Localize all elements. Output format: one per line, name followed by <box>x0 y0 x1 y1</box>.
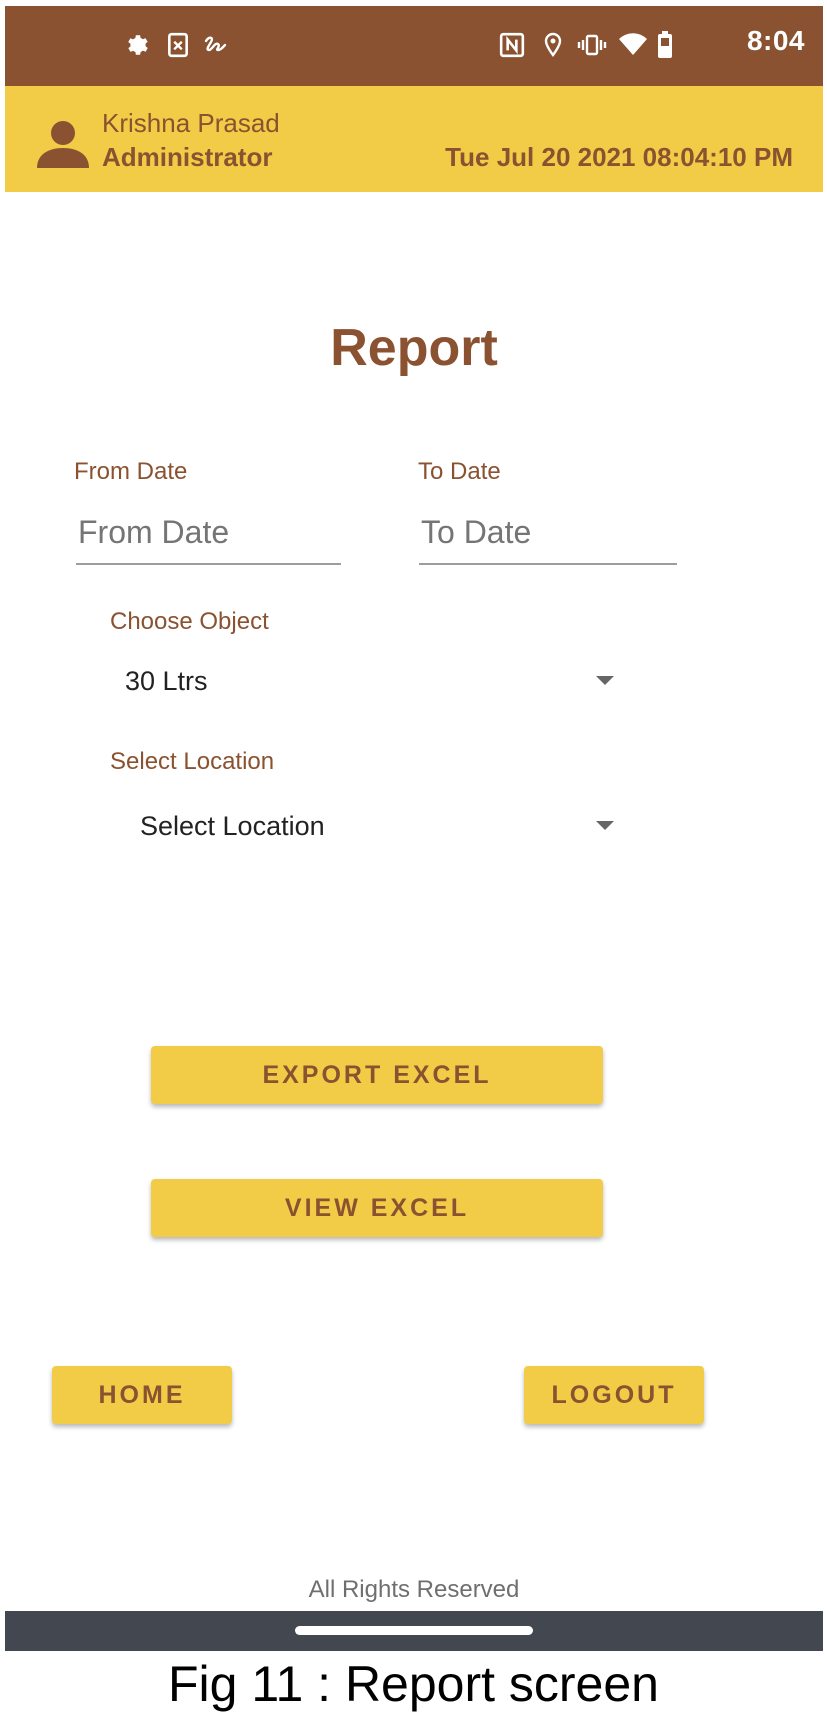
signature-icon <box>201 28 231 62</box>
from-date-input[interactable] <box>76 514 341 565</box>
status-time: 8:04 <box>746 25 805 56</box>
chevron-down-icon <box>596 676 614 685</box>
home-button[interactable]: HOME <box>52 1366 232 1424</box>
avatar-icon <box>35 118 91 168</box>
figure-caption: Fig 11 : Report screen <box>168 1656 659 1712</box>
select-location-label: Select Location <box>110 748 275 775</box>
to-date-input[interactable] <box>419 514 677 565</box>
settings-icon <box>123 28 153 62</box>
logout-button[interactable]: LOGOUT <box>524 1366 704 1424</box>
footer-text: All Rights Reserved <box>308 1576 520 1603</box>
nfc-icon <box>497 28 527 62</box>
system-nav-bar <box>5 1611 823 1651</box>
location-icon <box>538 28 568 62</box>
location-dropdown[interactable]: Select Location <box>110 801 630 857</box>
status-bar: 8:04 <box>5 6 823 86</box>
wifi-icon <box>618 28 648 62</box>
home-gesture-handle[interactable] <box>295 1626 533 1635</box>
vibrate-icon <box>577 28 607 62</box>
location-dropdown-value: Select Location <box>140 811 325 841</box>
object-dropdown-value: 30 Ltrs <box>125 666 208 696</box>
sim-card-icon <box>163 28 193 62</box>
view-excel-button[interactable]: VIEW EXCEL <box>151 1179 603 1237</box>
page-title: Report <box>330 319 498 377</box>
user-name: Krishna Prasad <box>102 108 280 138</box>
to-date-label: To Date <box>418 458 501 485</box>
choose-object-label: Choose Object <box>110 608 269 635</box>
chevron-down-icon <box>596 821 614 830</box>
app-header: Krishna Prasad Administrator Tue Jul 20 … <box>5 86 823 192</box>
object-dropdown[interactable]: 30 Ltrs <box>110 656 630 712</box>
from-date-label: From Date <box>74 458 188 485</box>
phone-screen: 8:04 Krishna Prasad Administrator Tue Ju… <box>5 6 823 1651</box>
user-role: Administrator <box>102 142 273 172</box>
battery-icon <box>650 28 680 62</box>
header-datetime: Tue Jul 20 2021 08:04:10 PM <box>445 142 793 172</box>
export-excel-button[interactable]: EXPORT EXCEL <box>151 1046 603 1104</box>
